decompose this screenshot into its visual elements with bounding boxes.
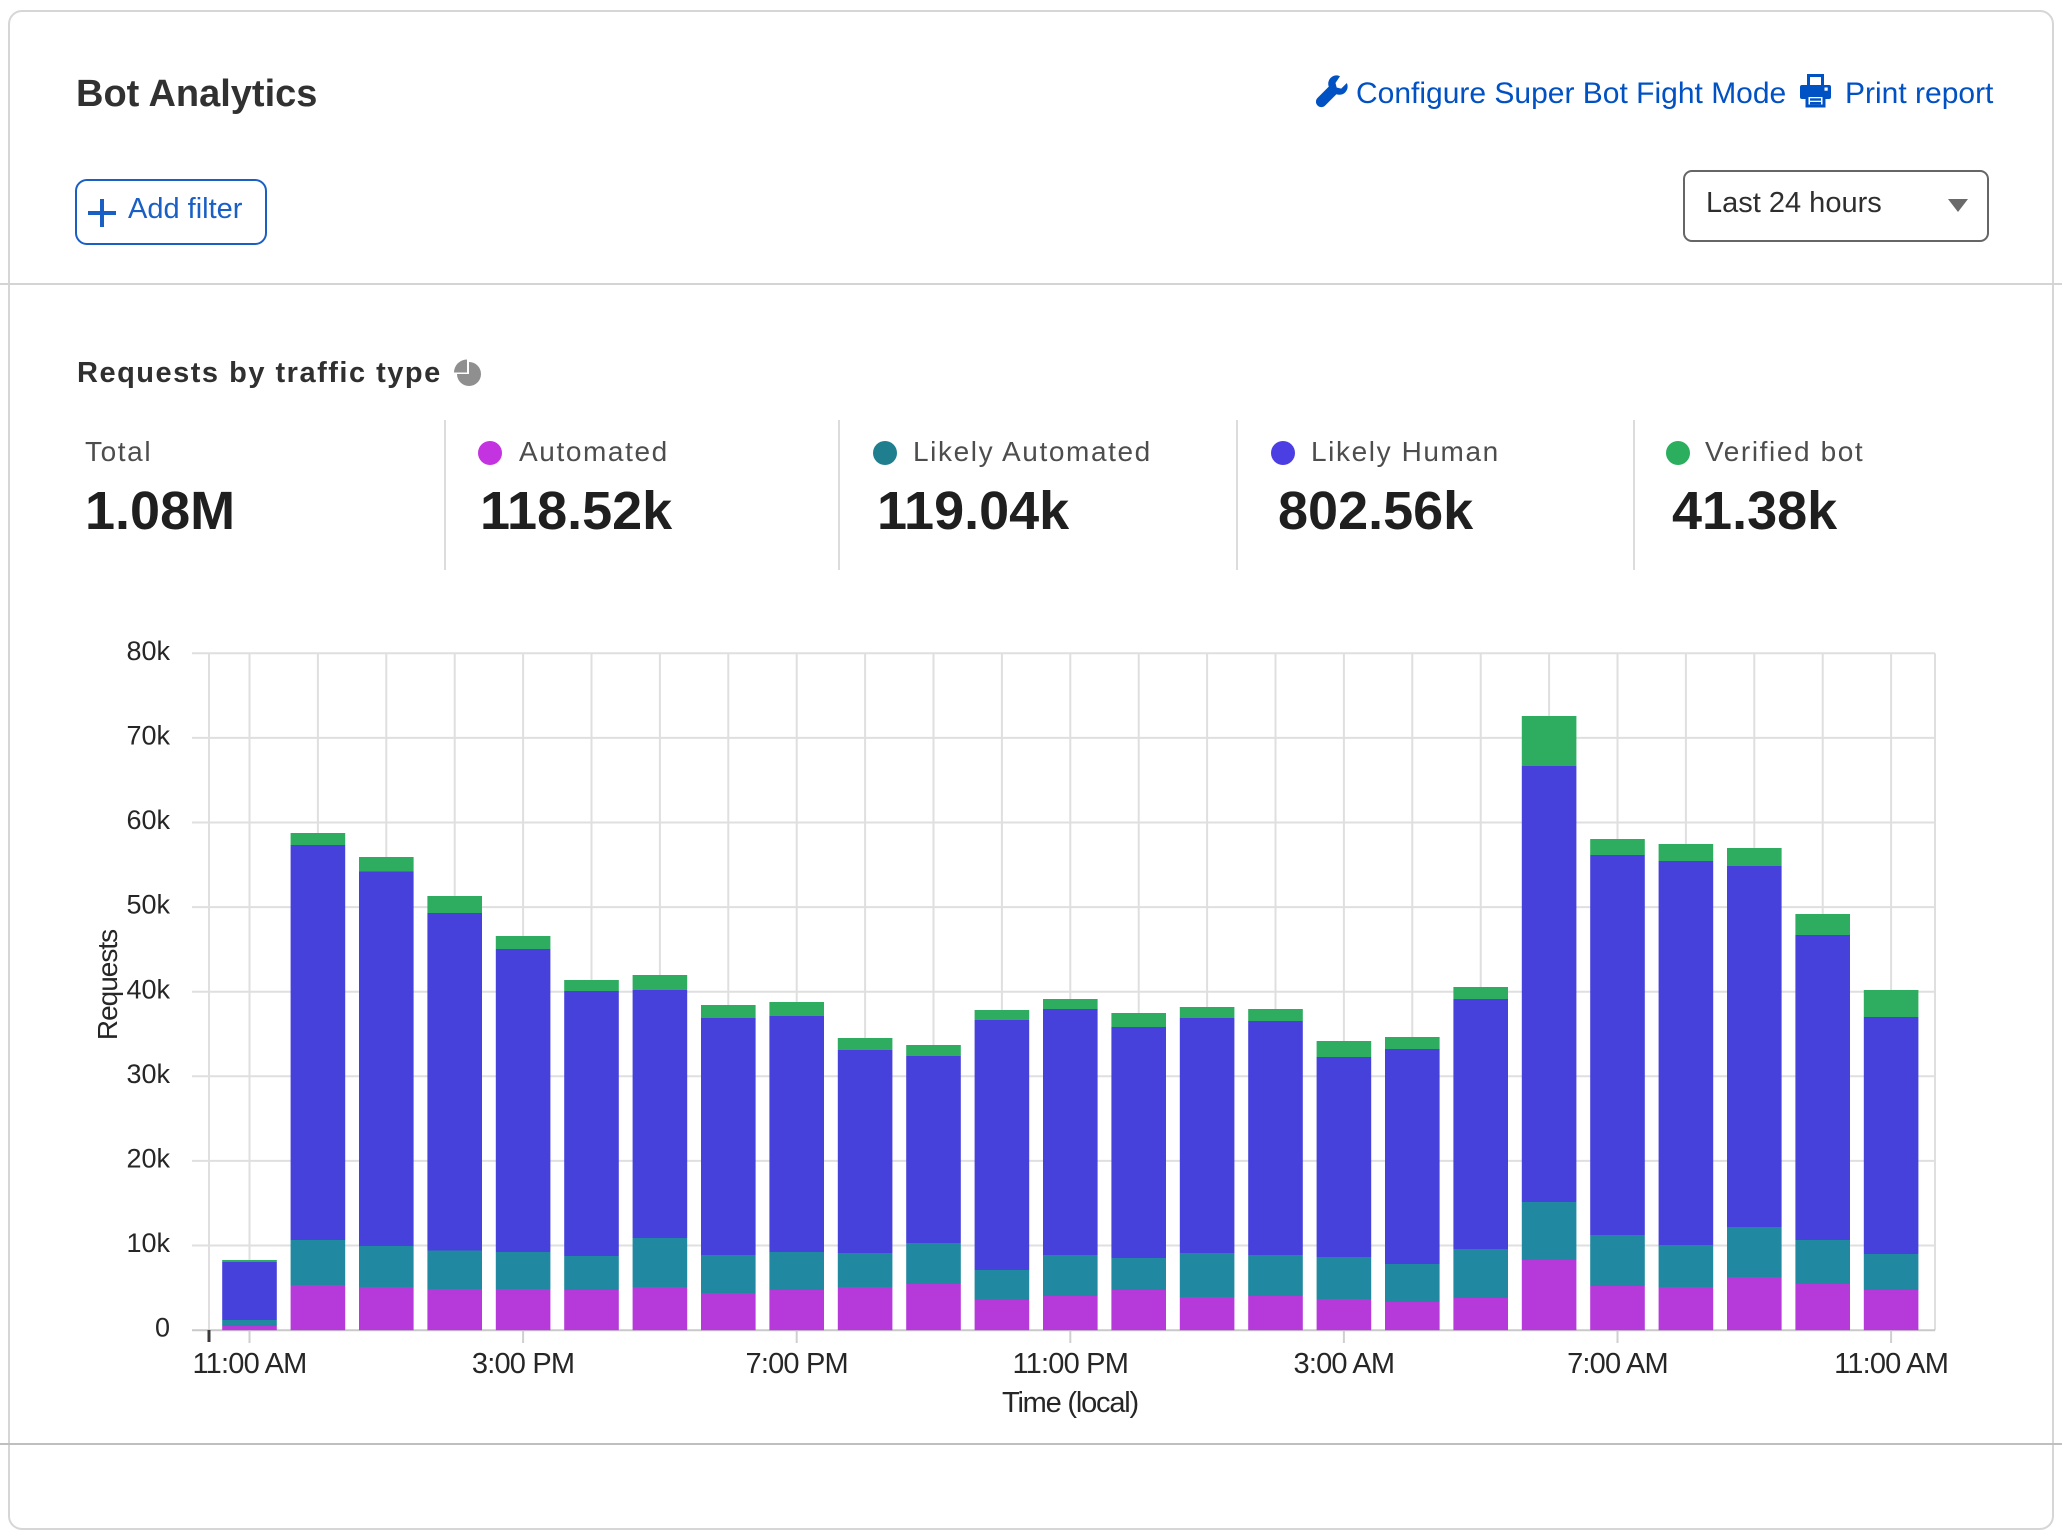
- svg-text:7:00 PM: 7:00 PM: [745, 1348, 847, 1380]
- svg-text:11:00 AM: 11:00 AM: [193, 1348, 307, 1380]
- svg-text:10k: 10k: [126, 1228, 170, 1258]
- svg-text:70k: 70k: [126, 721, 170, 751]
- svg-text:80k: 80k: [126, 636, 170, 666]
- svg-text:50k: 50k: [126, 890, 170, 920]
- svg-text:40k: 40k: [126, 974, 170, 1004]
- svg-text:3:00 AM: 3:00 AM: [1293, 1348, 1394, 1380]
- svg-text:0: 0: [155, 1313, 170, 1343]
- svg-text:3:00 PM: 3:00 PM: [472, 1348, 574, 1380]
- svg-text:7:00 AM: 7:00 AM: [1567, 1348, 1668, 1380]
- svg-text:60k: 60k: [126, 805, 170, 835]
- svg-text:Time (local): Time (local): [1002, 1387, 1138, 1419]
- svg-text:11:00 AM: 11:00 AM: [1834, 1348, 1948, 1380]
- svg-text:11:00 PM: 11:00 PM: [1013, 1348, 1129, 1380]
- svg-text:20k: 20k: [126, 1144, 170, 1174]
- svg-text:Requests: Requests: [92, 930, 123, 1040]
- svg-text:30k: 30k: [126, 1059, 170, 1089]
